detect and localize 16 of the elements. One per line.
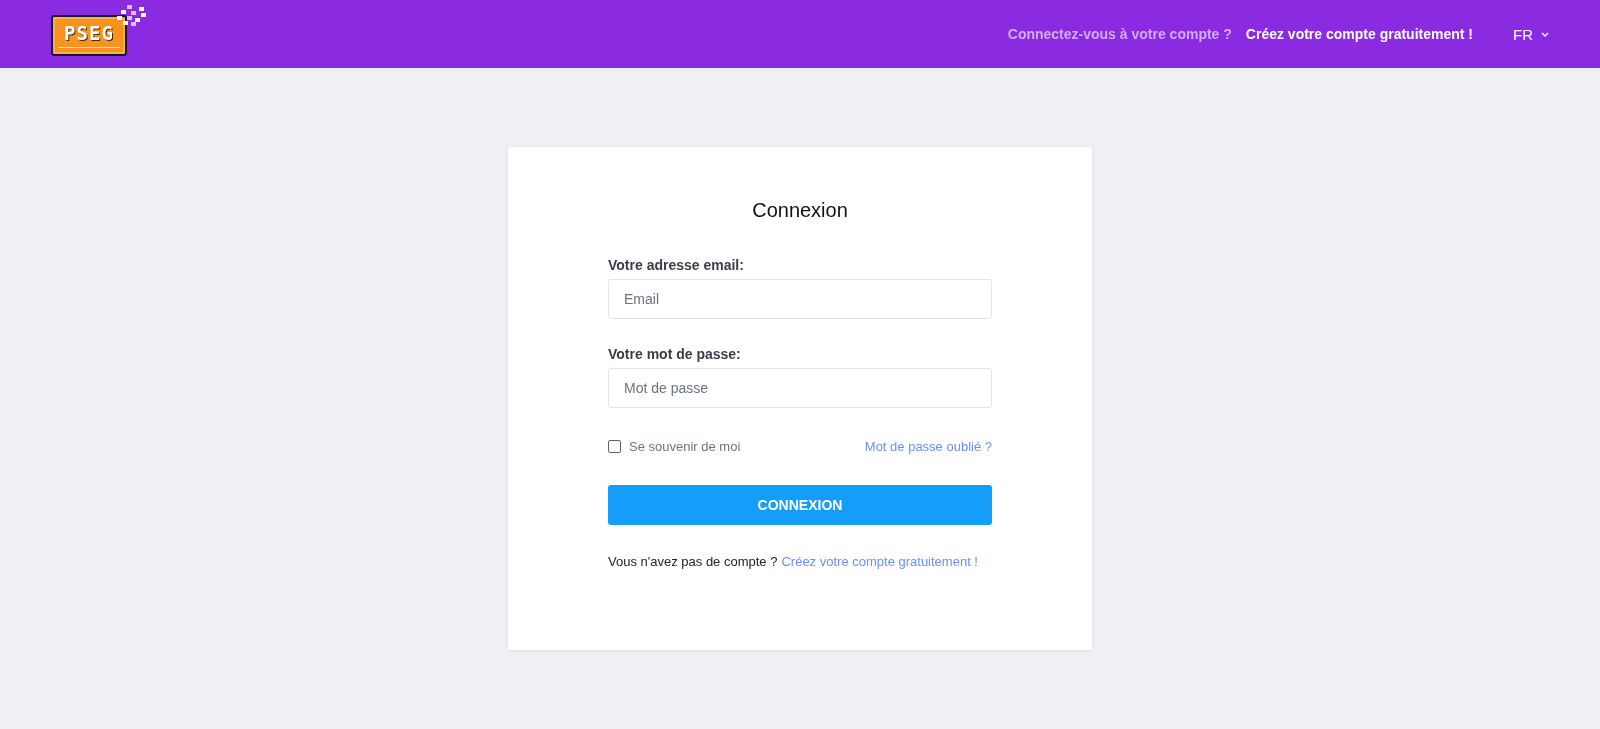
card-title: Connexion <box>752 198 848 223</box>
forgot-password-link[interactable]: Mot de passe oublié ? <box>864 438 992 454</box>
login-button[interactable]: CONNEXION <box>608 485 992 525</box>
checkbox[interactable] <box>608 439 621 453</box>
field-label: Votre adresse email: <box>608 257 744 273</box>
nav-link[interactable]: Connectez-vous à votre compte ? <box>1007 26 1232 42</box>
logo[interactable]: PSEG <box>51 15 127 56</box>
language-selector[interactable]: FR <box>1513 25 1549 43</box>
input-field[interactable]: Mot de passe <box>608 368 992 408</box>
chevron-down-icon <box>1541 31 1549 37</box>
field-label: Votre mot de passe: <box>608 346 741 362</box>
checkbox-label: Se souvenir de moi <box>629 438 741 454</box>
signup-prompt: Vous n'avez pas de compte ? <box>608 554 778 570</box>
signup-link[interactable]: Créez votre compte gratuitement ! <box>781 554 978 570</box>
input-field[interactable]: Email <box>608 279 992 319</box>
nav-link[interactable]: Créez votre compte gratuitement ! <box>1245 26 1473 42</box>
